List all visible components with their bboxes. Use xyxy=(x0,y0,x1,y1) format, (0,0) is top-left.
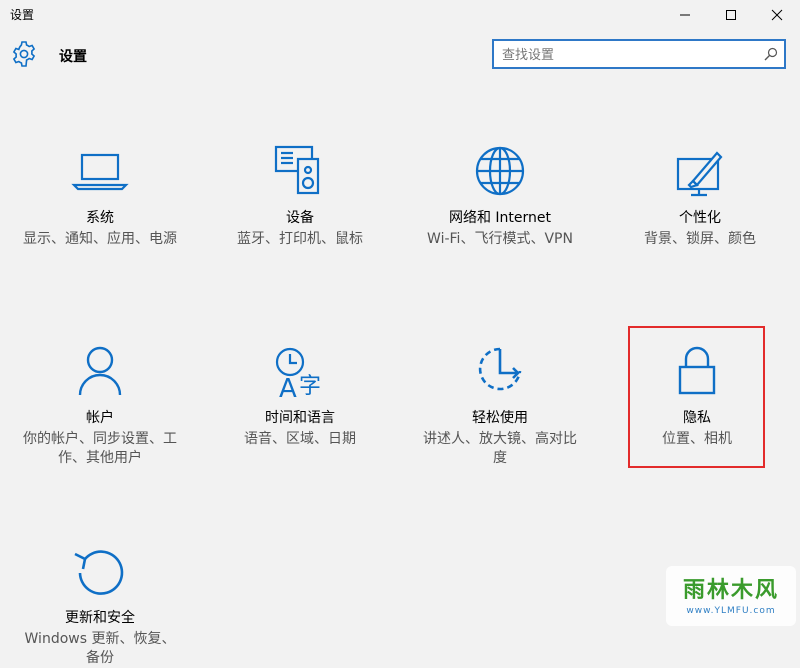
tile-description: 语音、区域、日期 xyxy=(244,431,356,447)
tile-ease-of-access[interactable]: 轻松使用 讲述人、放大镜、高对比度 xyxy=(415,345,585,468)
close-button[interactable] xyxy=(754,0,800,30)
watermark-logo: 雨林木风 www.YLMFU.com xyxy=(666,566,796,626)
tile-label: 帐户 xyxy=(86,410,114,426)
maximize-button[interactable] xyxy=(708,0,754,30)
tile-personalization[interactable]: 个性化 背景、锁屏、颜色 xyxy=(615,145,785,249)
tile-description: 讲述人、放大镜、高对比度 xyxy=(423,431,577,466)
tile-description: 你的帐户、同步设置、工作、其他用户 xyxy=(23,431,177,466)
personalization-icon xyxy=(671,145,729,203)
time-language-icon: A 字 xyxy=(271,345,329,403)
maximize-icon xyxy=(726,10,736,20)
svg-text:字: 字 xyxy=(299,374,321,399)
gear-icon xyxy=(12,41,36,67)
tile-devices[interactable]: 设备 蓝牙、打印机、鼠标 xyxy=(215,145,385,249)
tile-label: 个性化 xyxy=(679,210,721,226)
tile-system[interactable]: 系统 显示、通知、应用、电源 xyxy=(15,145,185,249)
watermark-url: www.YLMFU.com xyxy=(686,606,776,616)
tile-description: 蓝牙、打印机、鼠标 xyxy=(237,231,363,247)
close-icon xyxy=(771,9,783,21)
tile-label: 更新和安全 xyxy=(65,610,135,626)
tile-label: 网络和 Internet xyxy=(448,210,552,226)
tile-label: 系统 xyxy=(86,210,114,226)
window-title: 设置 xyxy=(10,8,35,22)
person-icon xyxy=(71,345,129,403)
minimize-icon xyxy=(680,14,690,16)
watermark-text: 雨林木风 xyxy=(682,578,779,603)
privacy-highlight-box xyxy=(628,326,765,468)
globe-icon xyxy=(471,145,529,203)
tile-accounts[interactable]: 帐户 你的帐户、同步设置、工作、其他用户 xyxy=(15,345,185,468)
tile-time-language[interactable]: A 字 时间和语言 语音、区域、日期 xyxy=(215,345,385,449)
tile-description: 背景、锁屏、颜色 xyxy=(644,231,756,247)
svg-text:A: A xyxy=(279,374,297,403)
tile-label: 时间和语言 xyxy=(265,410,335,426)
tile-label: 设备 xyxy=(286,210,314,226)
tile-update-security[interactable]: 更新和安全 Windows 更新、恢复、备份 xyxy=(15,545,185,668)
tile-network[interactable]: 网络和 Internet Wi-Fi、飞行模式、VPN xyxy=(415,145,585,249)
tile-description: Windows 更新、恢复、备份 xyxy=(24,631,176,666)
tile-description: Wi-Fi、飞行模式、VPN xyxy=(427,231,573,247)
refresh-icon xyxy=(71,545,129,603)
page-title: 设置 xyxy=(59,49,87,65)
title-bar: 设置 xyxy=(0,0,800,30)
search-icon[interactable] xyxy=(764,47,778,61)
minimize-button[interactable] xyxy=(662,0,708,30)
devices-icon xyxy=(271,145,329,203)
laptop-icon xyxy=(71,145,129,203)
header: 设置 xyxy=(0,34,800,78)
search-input[interactable] xyxy=(502,45,752,65)
search-box[interactable] xyxy=(492,39,786,69)
ease-of-access-icon xyxy=(471,345,529,403)
tile-label: 轻松使用 xyxy=(472,410,528,426)
tile-description: 显示、通知、应用、电源 xyxy=(23,231,177,247)
